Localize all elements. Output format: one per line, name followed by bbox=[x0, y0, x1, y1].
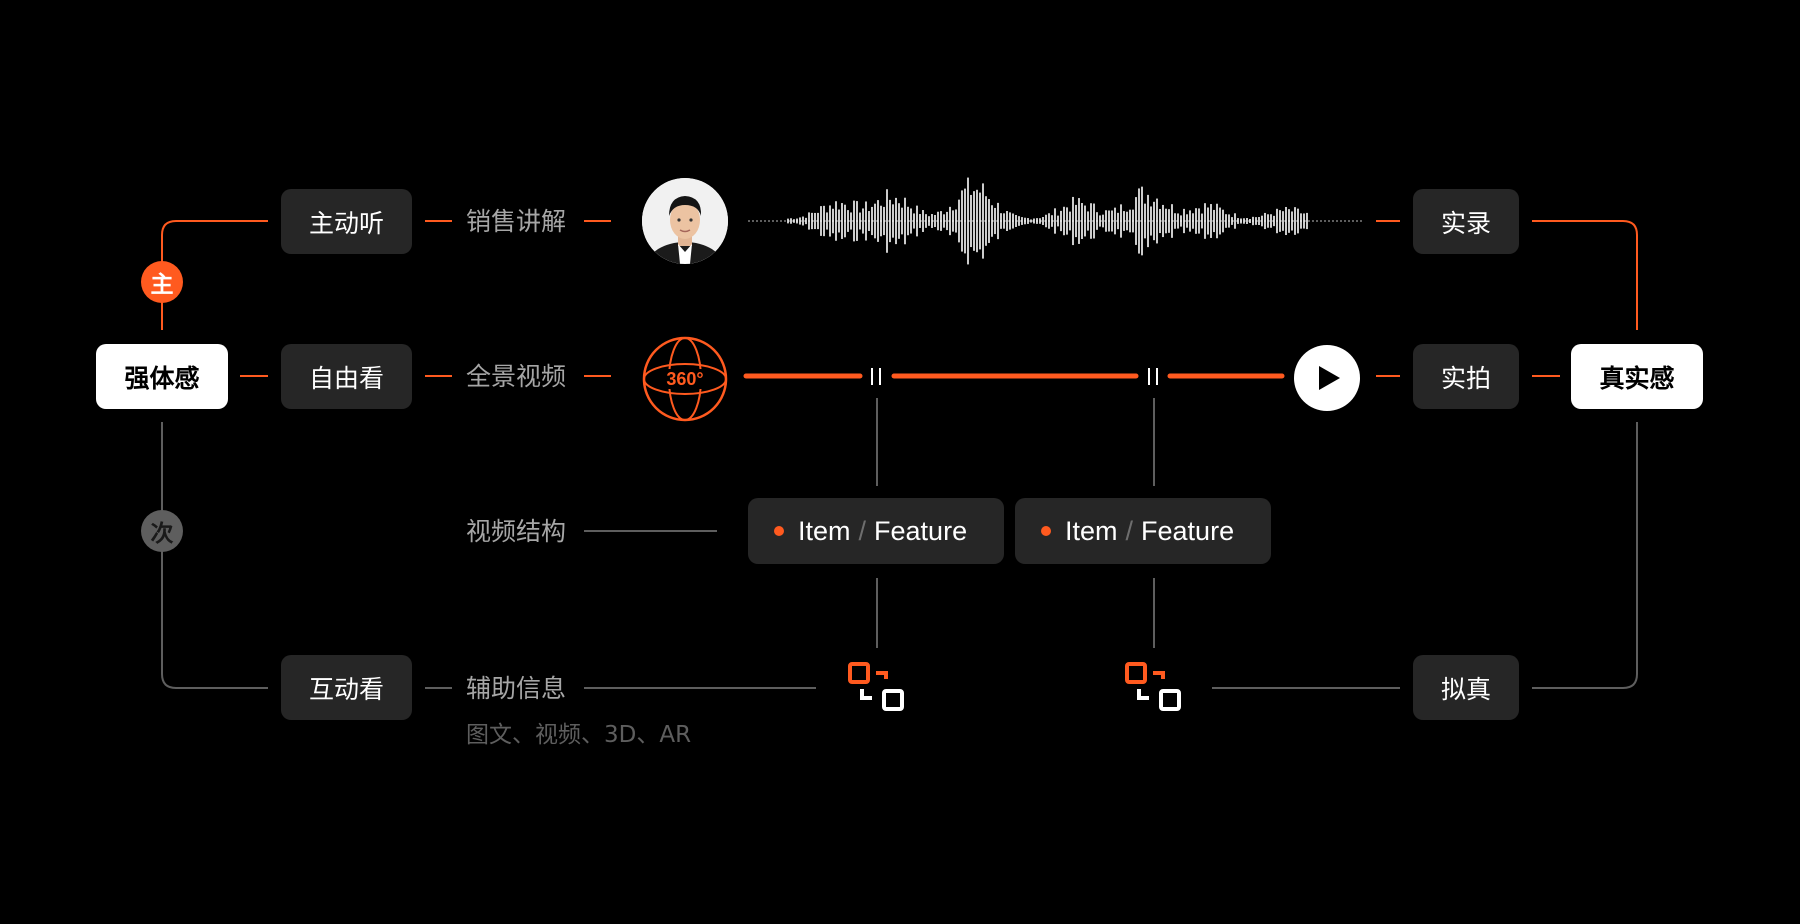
mode-active-listen: 主动听 bbox=[281, 189, 412, 254]
mode-free-watch: 自由看 bbox=[281, 344, 412, 409]
switch-view-icon[interactable] bbox=[1125, 662, 1183, 714]
mode-interactive-watch: 互动看 bbox=[281, 655, 412, 720]
realism-node: 真实感 bbox=[1571, 344, 1703, 409]
feature-separator: / bbox=[858, 515, 867, 546]
feature-feature-label: Feature bbox=[874, 515, 968, 546]
content-sales-explanation: 销售讲解 bbox=[466, 207, 567, 236]
connector-lines bbox=[161, 220, 1638, 689]
primary-badge: 主 bbox=[141, 261, 183, 303]
switch-view-icon[interactable] bbox=[848, 662, 906, 714]
audio-waveform-icon bbox=[748, 177, 1362, 265]
presenter-avatar-icon bbox=[642, 178, 728, 264]
feature-item-label: Item bbox=[798, 515, 851, 546]
play-icon[interactable] bbox=[1294, 345, 1360, 411]
feature-item-label: Item bbox=[1065, 515, 1118, 546]
video-structure-item-2[interactable]: Item / Feature bbox=[1015, 498, 1271, 564]
feature-dot-icon bbox=[774, 526, 784, 536]
content-auxiliary-info-sub: 图文、视频、3D、AR bbox=[466, 722, 692, 748]
strong-presence-node: 强体感 bbox=[96, 344, 228, 409]
pause-marker-icon bbox=[1148, 368, 1158, 385]
feature-dot-icon bbox=[1041, 526, 1051, 536]
feature-feature-label: Feature bbox=[1141, 515, 1235, 546]
360-panorama-icon: 360° bbox=[641, 335, 729, 423]
content-video-structure: 视频结构 bbox=[466, 517, 567, 546]
result-live-shot: 实拍 bbox=[1413, 344, 1519, 409]
feature-separator: / bbox=[1125, 515, 1134, 546]
360-panorama-label: 360° bbox=[666, 368, 704, 389]
secondary-badge: 次 bbox=[141, 510, 183, 552]
result-realistic: 拟真 bbox=[1413, 655, 1519, 720]
content-panoramic-video: 全景视频 bbox=[466, 362, 567, 391]
content-auxiliary-info: 辅助信息 bbox=[466, 674, 567, 703]
video-structure-item-1[interactable]: Item / Feature bbox=[748, 498, 1004, 564]
pause-marker-icon bbox=[871, 368, 881, 385]
result-recording: 实录 bbox=[1413, 189, 1519, 254]
